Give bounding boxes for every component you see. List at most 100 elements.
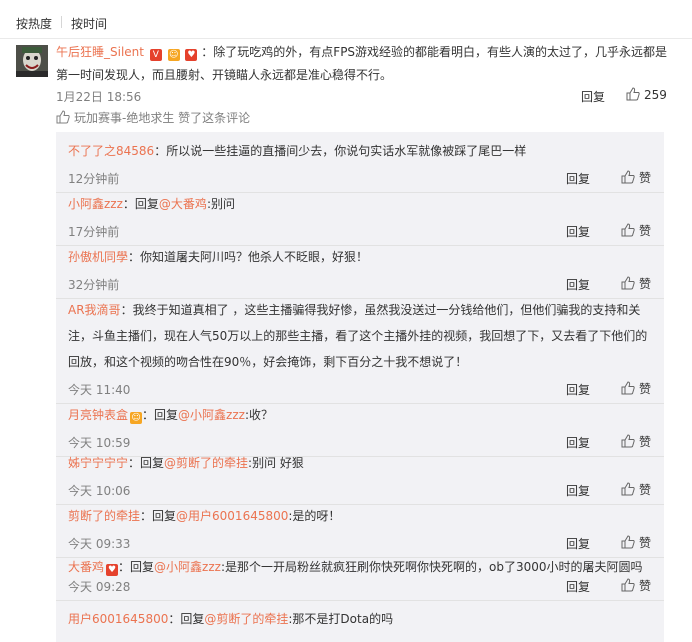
like-label: 赞 [639,483,652,497]
main-comment-body: ：除了玩吃鸡的外，有点FPS游戏经验的都能看明白，有些人演的太过了，几乎永远都是… [56,45,668,82]
reply-divider [56,600,664,601]
main-comment-text: 午后狂睡_Silent V ☺ ♥ ：除了玩吃鸡的外，有点FPS游戏经验的都能看… [56,41,676,87]
like-label: 赞 [639,224,652,238]
reply-body: ：我终于知道真相了 ，这些主播骗得我好惨，虽然我没送过一分钱给他们，但他们骗我的… [68,303,648,369]
reply-reply-button[interactable]: 回复 [566,276,590,293]
reply-prefix: ：回复 [168,612,205,626]
reply-time: 今天 09:33 [68,537,131,551]
main-reply-button[interactable]: 回复 [581,88,605,105]
reply-prefix: ：回复 [142,408,179,422]
joker-avatar-icon [16,45,48,77]
reply-username[interactable]: 用户6001645800 [68,612,168,626]
reply-username[interactable]: 月亮钟表盒 [68,408,128,422]
like-label: 赞 [639,277,652,291]
reply-username[interactable]: AR我滴哥 [68,303,121,317]
reply-body: ：你知道屠夫阿川吗？他杀人不眨眼，好狠！ [128,250,369,264]
reply-time: 今天 10:59 [68,436,131,450]
reply-prefix: ：回复 [140,509,177,523]
reply-body: :是的呀！ [288,509,341,523]
thumbs-up-icon [621,482,635,496]
thumbs-up-icon [621,434,635,448]
reply-time: 32分钟前 [68,278,120,292]
reply-reply-button[interactable]: 回复 [566,434,590,451]
reply-username[interactable]: 大番鸡 [68,560,104,574]
reply-like-button[interactable]: 赞 [621,577,651,594]
thumbs-up-icon [621,381,635,395]
reply-reply-button[interactable]: 回复 [566,482,590,499]
sort-bar: 按热度 按时间 [0,0,692,39]
like-label: 赞 [639,536,652,550]
sort-by-time[interactable]: 按时间 [71,15,107,32]
reply-like-button[interactable]: 赞 [621,275,651,292]
reply-text: 月亮钟表盒 ☺：回复@小阿鑫zzz:收？ [68,402,653,428]
thumbs-up-icon [621,276,635,290]
reply-username[interactable]: 不了了之84586 [68,144,154,158]
reply-text: 姊宁宁宁宁：回复@剪断了的牵挂:别问 好狠 [68,450,653,476]
reply-mention[interactable]: @剪断了的牵挂 [204,612,288,626]
reply-mention[interactable]: @大番鸡 [159,197,207,211]
sort-divider [61,16,62,28]
reply-like-button[interactable]: 赞 [621,169,651,186]
like-label: 赞 [639,382,652,396]
thumbs-up-icon [56,110,70,124]
reply-body: :是那个一开局粉丝就疯狂刷你快死啊你快死啊的，ob了3000小时的屠夫阿圆吗 [220,560,643,574]
main-like-count: 259 [644,88,667,102]
heart-badge-icon: ♥ [185,49,198,61]
reply-username[interactable]: 孙傲机同學 [68,250,128,264]
reply-text: 不了了之84586：所以说一些挂逼的直播间少去，你说句实话水军就像被踩了尾巴一样 [68,138,653,164]
reply-prefix: ：回复 [128,456,165,470]
emoji-icon: ☺ [167,49,180,61]
reply-body: :别问 好狠 [248,456,304,470]
reply-body: :收？ [244,408,273,422]
reply-reply-button[interactable]: 回复 [566,381,590,398]
reply-text: 小阿鑫zzz：回复@大番鸡:别问 [68,191,653,217]
reply-mention[interactable]: @剪断了的牵挂 [164,456,248,470]
verified-badge-icon: V [149,49,162,61]
reply-username[interactable]: 小阿鑫zzz [68,197,123,211]
reply-mention[interactable]: @小阿鑫zzz [154,560,221,574]
reply-time: 今天 10:06 [68,484,131,498]
reply-like-button[interactable]: 赞 [621,534,651,551]
thumbs-up-icon [621,578,635,592]
reply-time: 12分钟前 [68,172,120,186]
reply-like-button[interactable]: 赞 [621,481,651,498]
reply-mention[interactable]: @小阿鑫zzz [178,408,245,422]
reply-username[interactable]: 姊宁宁宁宁 [68,456,128,470]
reply-body: ：所以说一些挂逼的直播间少去，你说句实话水军就像被踩了尾巴一样 [154,144,527,158]
reply-reply-button[interactable]: 回复 [566,223,590,240]
avatar[interactable] [16,45,48,77]
reply-prefix: ：回复 [122,197,159,211]
reply-body: :那不是打Dota的吗 [288,612,394,626]
reply-username[interactable]: 剪断了的牵挂 [68,509,140,523]
reply-reply-button[interactable]: 回复 [566,170,590,187]
sort-by-hot[interactable]: 按热度 [16,15,52,32]
thumbs-up-icon [621,535,635,549]
thumbs-up-icon [621,223,635,237]
reply-text: AR我滴哥：我终于知道真相了 ，这些主播骗得我好惨，虽然我没送过一分钱给他们，但… [68,297,653,375]
main-username[interactable]: 午后狂睡_Silent [56,45,144,59]
emoji-icon: ☺ [130,412,143,424]
like-label: 赞 [639,579,652,593]
reply-list: 不了了之84586：所以说一些挂逼的直播间少去，你说句实话水军就像被踩了尾巴一样… [56,132,664,642]
main-comment-time: 1月22日 18:56 [56,90,142,104]
reply-reply-button[interactable]: 回复 [566,578,590,595]
reply-text: 大番鸡 ♥ ：回复@小阿鑫zzz:是那个一开局粉丝就疯狂刷你快死啊你快死啊的，ob了… [68,554,653,580]
thumbs-up-icon [621,170,635,184]
thumbs-up-icon [626,87,640,101]
main-like-button[interactable]: 259 [626,87,667,102]
liked-by-user[interactable]: 玩加赛事-绝地求生 [74,111,174,125]
reply-body: :别问 [206,197,235,211]
reply-text: 用户6001645800：回复@剪断了的牵挂:那不是打Dota的吗 [68,606,653,632]
like-label: 赞 [639,435,652,449]
reply-like-button[interactable]: 赞 [621,222,651,239]
reply-prefix: ：回复 [118,560,155,574]
reply-reply-button[interactable]: 回复 [566,535,590,552]
reply-time: 今天 09:28 [68,580,131,594]
liked-by-line: 玩加赛事-绝地求生 赞了这条评论 [56,109,250,126]
reply-time: 17分钟前 [68,225,120,239]
heart-badge-icon: ♥ [106,564,119,576]
reply-like-button[interactable]: 赞 [621,433,651,450]
reply-mention[interactable]: @用户6001645800 [176,509,288,523]
liked-by-suffix: 赞了这条评论 [174,111,251,125]
reply-like-button[interactable]: 赞 [621,380,651,397]
